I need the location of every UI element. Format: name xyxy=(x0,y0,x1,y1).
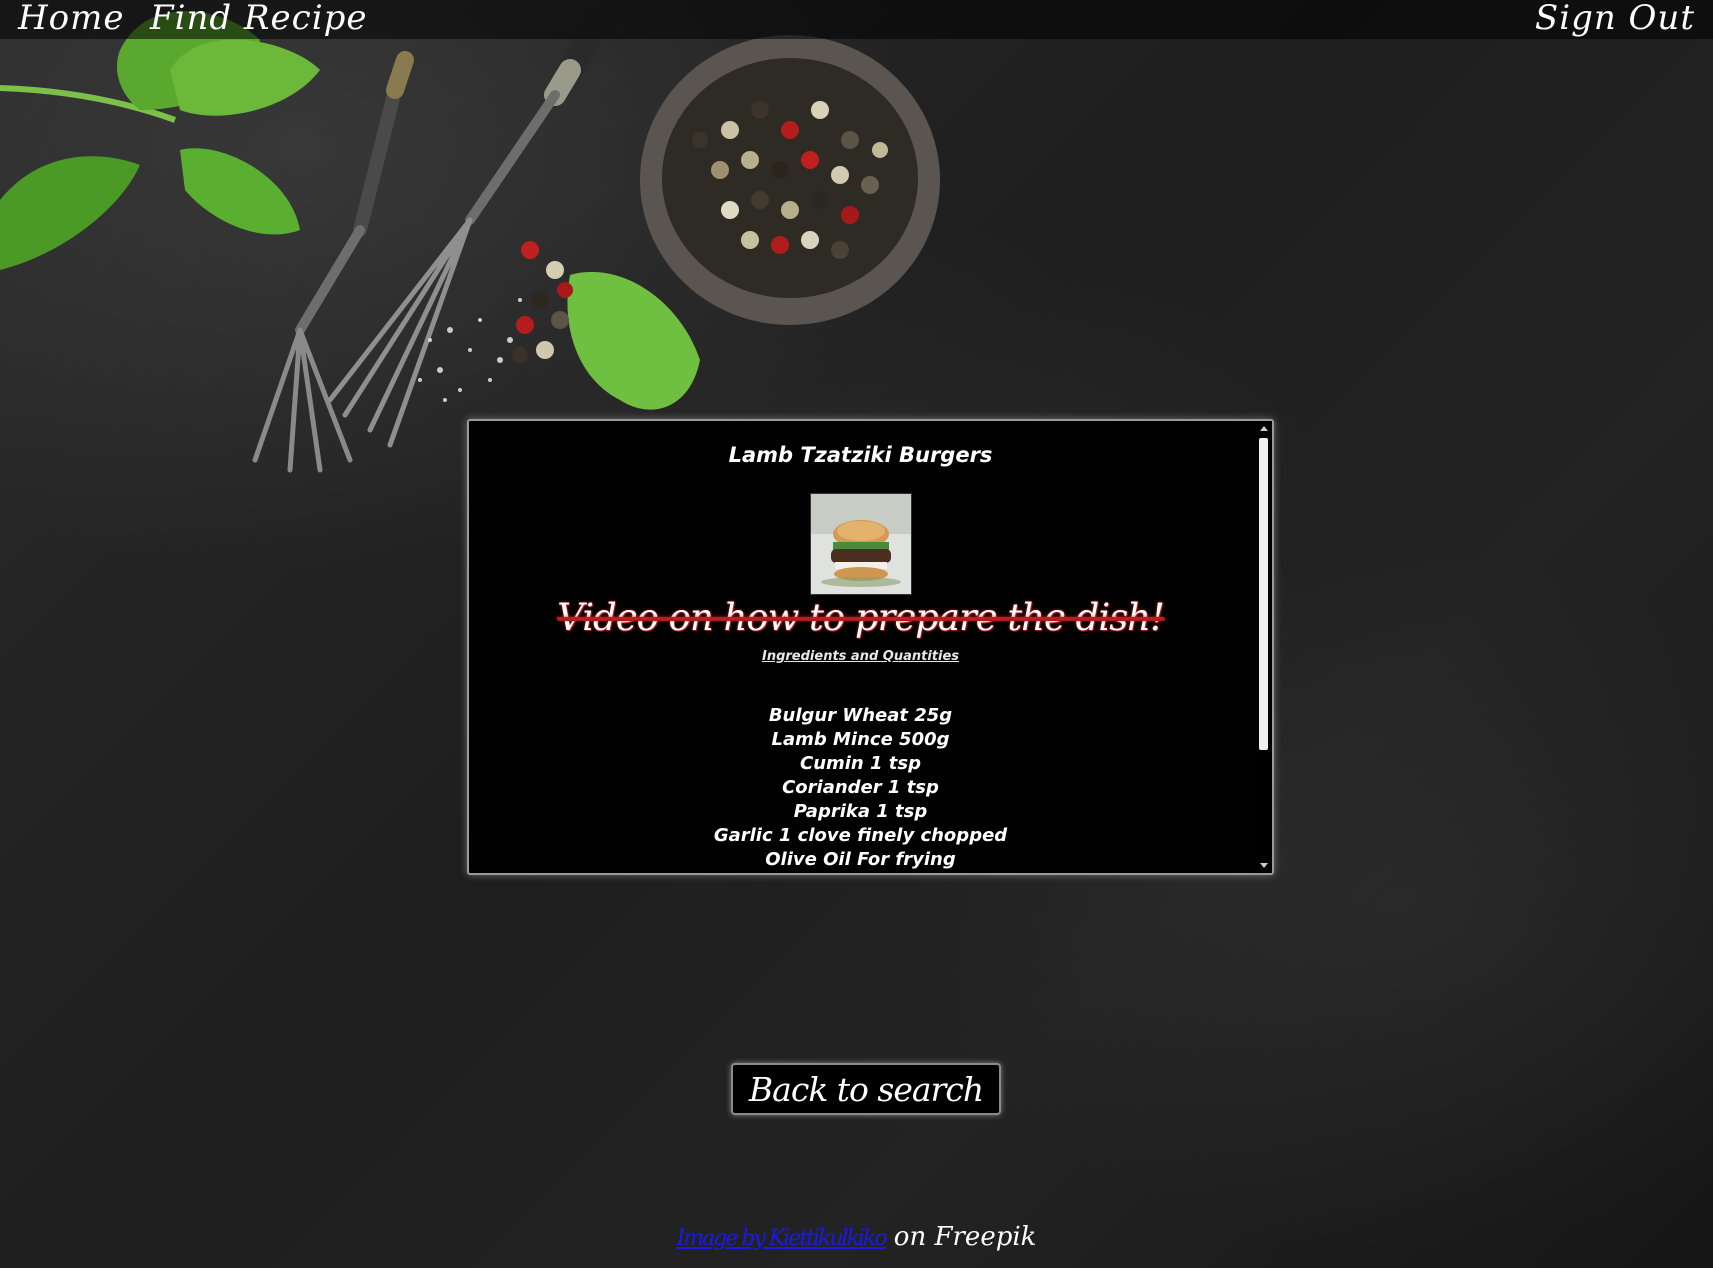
ingredients-list: Bulgur Wheat 25g Lamb Mince 500g Cumin 1… xyxy=(469,704,1252,872)
scroll-thumb[interactable] xyxy=(1259,438,1268,750)
page: Home Find Recipe Sign Out Lamb Tzatziki … xyxy=(0,0,1713,1268)
loose-peppercorns xyxy=(512,241,573,363)
recipe-image xyxy=(809,493,912,595)
ingredient-item: Paprika 1 tsp xyxy=(793,801,928,822)
top-navbar: Home Find Recipe Sign Out xyxy=(0,0,1713,39)
recipe-panel[interactable]: Lamb Tzatziki Burgers Video on how to pr… xyxy=(467,419,1274,875)
basil-leaf-icon xyxy=(0,11,700,410)
ingredient-item: Bulgur Wheat 25g xyxy=(768,705,953,726)
scroll-down-arrow-icon[interactable] xyxy=(1260,863,1268,868)
peppercorn-bowl-icon xyxy=(640,35,940,325)
credit-suffix: on Freepik xyxy=(885,1222,1037,1252)
scroll-up-arrow-icon[interactable] xyxy=(1260,426,1268,431)
credit-link[interactable]: Image by Kiettikulkiko xyxy=(677,1226,888,1251)
recipe-content: Lamb Tzatziki Burgers Video on how to pr… xyxy=(469,421,1252,873)
video-link[interactable]: Video on how to prepare the dish! xyxy=(469,597,1252,639)
ingredient-item: Cumin 1 tsp xyxy=(799,753,922,774)
ingredient-item: Olive Oil For frying xyxy=(765,849,956,870)
fork-icon xyxy=(252,7,613,473)
panel-scrollbar[interactable] xyxy=(1256,421,1272,873)
nav-home-link[interactable]: Home xyxy=(18,0,124,36)
salt-scatter xyxy=(418,298,522,402)
recipe-title: Lamb Tzatziki Burgers xyxy=(728,443,993,467)
nav-find-recipe-link[interactable]: Find Recipe xyxy=(150,0,367,36)
back-to-search-button[interactable]: Back to search xyxy=(731,1063,1001,1115)
ingredient-item: Garlic 1 clove finely chopped xyxy=(713,825,1008,846)
image-credit: Image by Kiettikulkiko on Freepik xyxy=(0,1222,1713,1252)
ingredient-item: Coriander 1 tsp xyxy=(782,777,939,798)
ingredients-heading: Ingredients and Quantities xyxy=(761,649,960,664)
ingredient-item: Lamb Mince 500g xyxy=(771,729,950,750)
nav-sign-out-link[interactable]: Sign Out xyxy=(1535,0,1695,36)
